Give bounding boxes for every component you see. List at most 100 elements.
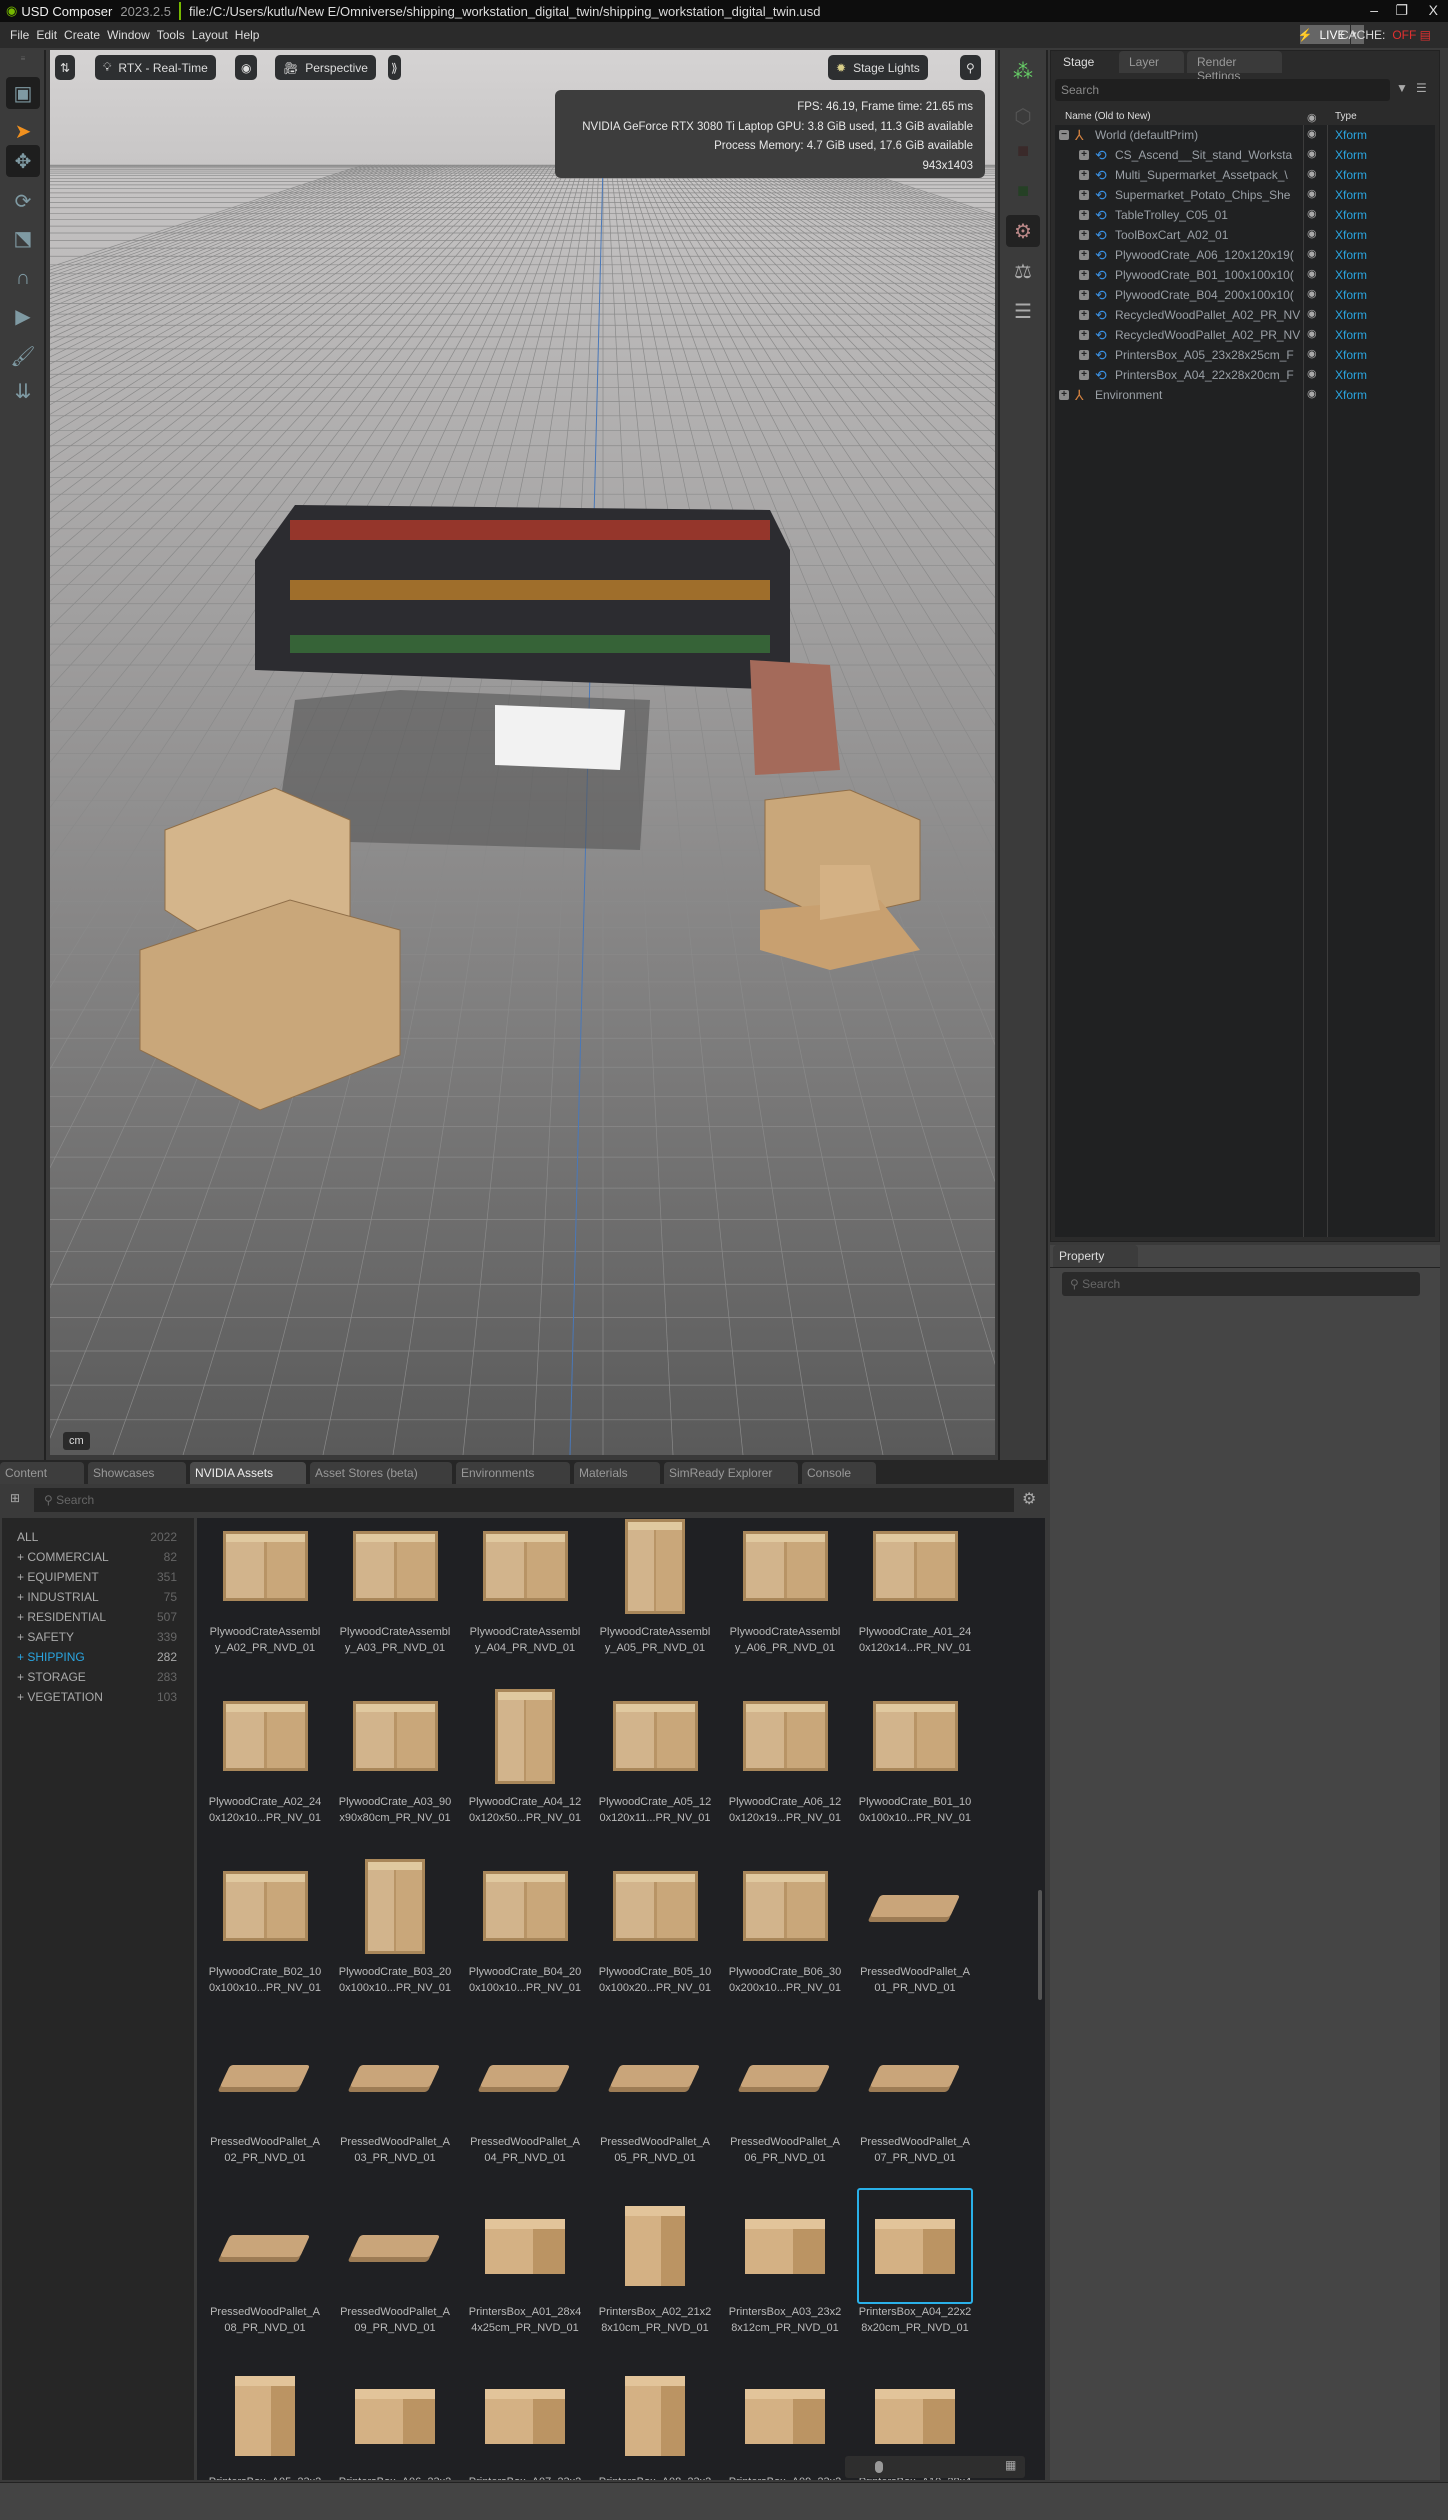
expand-icon[interactable]: + xyxy=(1079,230,1089,240)
expand-icon[interactable]: + xyxy=(1079,370,1089,380)
select-mode-icon[interactable]: ▣ xyxy=(6,77,40,109)
menu-icon[interactable]: ☰ xyxy=(1416,81,1427,95)
menu-create[interactable]: Create xyxy=(64,28,100,42)
delete-prim-icon[interactable]: ⬡ xyxy=(1006,100,1040,132)
scale-icon[interactable]: ⬔ xyxy=(6,222,40,254)
expand-icon[interactable]: + xyxy=(1059,390,1069,400)
eye-icon[interactable]: ◉ xyxy=(1307,327,1317,340)
asset-tile[interactable]: PlywoodCrate_B04_20 0x100x10...PR_NV_01 xyxy=(460,1844,590,2014)
tab-render-settings[interactable]: Render Settings xyxy=(1187,51,1282,83)
category-item[interactable]: + EQUIPMENT 351 xyxy=(17,1570,177,1584)
asset-tile[interactable]: PlywoodCrateAssembl y_A06_PR_NVD_01 xyxy=(720,1518,850,1674)
property-search-input[interactable]: ⚲ Search xyxy=(1062,1272,1420,1296)
stage-search-input[interactable]: Search xyxy=(1055,79,1390,101)
eye-icon[interactable]: ◉ xyxy=(1307,367,1317,380)
stage-tree-row[interactable]: + ⟲ PlywoodCrate_A06_120x120x19( ◉ Xform xyxy=(1055,245,1435,265)
asset-tile[interactable]: PressedWoodPallet_A 09_PR_NVD_01 xyxy=(330,2184,460,2354)
rotate-icon[interactable]: ⟳ xyxy=(6,185,40,217)
category-item[interactable]: + RESIDENTIAL 507 xyxy=(17,1610,177,1624)
grid-view-icon[interactable]: ▦ xyxy=(1005,2458,1016,2472)
asset-tile[interactable]: PlywoodCrateAssembl y_A05_PR_NVD_01 xyxy=(590,1518,720,1674)
eye-icon[interactable]: ◉ xyxy=(1307,187,1317,200)
cube-icon[interactable]: ■ xyxy=(1006,135,1040,167)
scrollbar[interactable] xyxy=(1038,1890,1042,2000)
tree-view-icon[interactable]: ⊞ xyxy=(10,1491,20,1505)
tab-simready-explorer[interactable]: SimReady Explorer xyxy=(664,1462,798,1484)
close-button[interactable]: X xyxy=(1429,2,1438,18)
asset-tile[interactable]: PrintersBox_A03_23x2 8x12cm_PR_NVD_01 xyxy=(720,2184,850,2354)
asset-tile[interactable]: PlywoodCrate_B05_10 0x100x20...PR_NV_01 xyxy=(590,1844,720,2014)
stage-tree-row[interactable]: + ⟲ ToolBoxCart_A02_01 ◉ Xform xyxy=(1055,225,1435,245)
expand-icon[interactable]: + xyxy=(1079,150,1089,160)
stage-tree-row[interactable]: + ⅄ Environment ◉ Xform xyxy=(1055,385,1435,405)
asset-tile[interactable]: PrintersBox_A08_23x2 xyxy=(590,2354,720,2480)
tab-content[interactable]: Content xyxy=(0,1462,84,1484)
expand-icon[interactable]: + xyxy=(1079,190,1089,200)
asset-tile[interactable]: PlywoodCrateAssembl y_A03_PR_NVD_01 xyxy=(330,1518,460,1674)
expand-icon[interactable]: + xyxy=(1079,310,1089,320)
menu-help[interactable]: Help xyxy=(235,28,260,42)
expand-icon[interactable]: + xyxy=(1079,250,1089,260)
expand-icon[interactable]: + xyxy=(1079,210,1089,220)
stage-tree-row[interactable]: − ⅄ World (defaultPrim) ◉ Xform xyxy=(1055,125,1435,145)
expand-icon[interactable]: + xyxy=(1079,170,1089,180)
asset-tile[interactable]: PrintersBox_A06_23x2 xyxy=(330,2354,460,2480)
asset-tile[interactable]: PlywoodCrate_A05_12 0x120x11...PR_NV_01 xyxy=(590,1674,720,1844)
stage-tree-row[interactable]: + ⟲ PrintersBox_A05_23x28x25cm_F ◉ Xform xyxy=(1055,345,1435,365)
stage-tree-row[interactable]: + ⟲ PlywoodCrate_B01_100x100x10( ◉ Xform xyxy=(1055,265,1435,285)
stage-tree-row[interactable]: + ⟲ RecycledWoodPallet_A02_PR_NV ◉ Xform xyxy=(1055,305,1435,325)
scene-3d[interactable] xyxy=(50,50,995,1455)
column-name[interactable]: Name (Old to New) xyxy=(1065,111,1151,122)
stage-tree-row[interactable]: + ⟲ PrintersBox_A04_22x28x20cm_F ◉ Xform xyxy=(1055,365,1435,385)
eye-icon[interactable]: ◉ xyxy=(1307,287,1317,300)
expand-icon[interactable]: + xyxy=(1079,290,1089,300)
expand-icon[interactable]: + xyxy=(1079,330,1089,340)
asset-tile[interactable]: PlywoodCrateAssembl y_A02_PR_NVD_01 xyxy=(200,1518,330,1674)
asset-tile[interactable]: PressedWoodPallet_A 03_PR_NVD_01 xyxy=(330,2014,460,2184)
collapse-icon[interactable]: − xyxy=(1059,130,1069,140)
select-arrow-icon[interactable]: ➤ xyxy=(6,115,40,147)
eye-icon[interactable]: ◉ xyxy=(1307,247,1317,260)
stage-lights-button[interactable]: ✹ Stage Lights xyxy=(828,55,928,80)
eye-icon[interactable]: ◉ xyxy=(1307,207,1317,220)
asset-tile[interactable]: PressedWoodPallet_A 06_PR_NVD_01 xyxy=(720,2014,850,2184)
category-item[interactable]: + VEGETATION 103 xyxy=(17,1690,177,1704)
menu-edit[interactable]: Edit xyxy=(36,28,57,42)
weight-icon[interactable]: ⚖ xyxy=(1006,255,1040,287)
stage-tree-row[interactable]: + ⟲ RecycledWoodPallet_A02_PR_NV ◉ Xform xyxy=(1055,325,1435,345)
tab-asset-stores-beta[interactable]: Asset Stores (beta) xyxy=(310,1462,452,1484)
asset-tile[interactable]: PlywoodCrate_A06_12 0x120x19...PR_NV_01 xyxy=(720,1674,850,1844)
tab-stage[interactable]: Stage xyxy=(1053,51,1115,73)
expand-icon[interactable]: + xyxy=(1079,350,1089,360)
asset-tile[interactable]: PlywoodCrate_A02_24 0x120x10...PR_NV_01 xyxy=(200,1674,330,1844)
cache-status[interactable]: CACHE: OFF ▤ xyxy=(1340,28,1438,42)
viewport-settings-button[interactable]: ⇅ xyxy=(55,55,76,80)
asset-tile[interactable]: PressedWoodPallet_A 01_PR_NVD_01 xyxy=(850,1844,980,2014)
tab-layer[interactable]: Layer xyxy=(1119,51,1184,73)
category-item[interactable]: + STORAGE 283 xyxy=(17,1670,177,1684)
select-group-icon[interactable]: ⁂ xyxy=(1006,55,1040,87)
asset-tile[interactable]: PressedWoodPallet_A 02_PR_NVD_01 xyxy=(200,2014,330,2184)
visibility-button[interactable]: ◉ xyxy=(235,55,258,80)
asset-tile[interactable]: PlywoodCrate_A03_90 x90x80cm_PR_NV_01 xyxy=(330,1674,460,1844)
play-icon[interactable]: ▶ xyxy=(6,300,40,332)
minimize-button[interactable]: – xyxy=(1370,2,1378,18)
tab-nvidia-assets[interactable]: NVIDIA Assets xyxy=(190,1462,306,1484)
move-icon[interactable]: ✥ xyxy=(6,145,40,177)
stage-tree-row[interactable]: + ⟲ CS_Ascend__Sit_stand_Worksta ◉ Xform xyxy=(1055,145,1435,165)
eye-icon[interactable]: ◉ xyxy=(1307,267,1317,280)
gear-icon[interactable]: ⚙ xyxy=(1006,215,1040,247)
asset-tile[interactable]: PlywoodCrate_B06_30 0x200x10...PR_NV_01 xyxy=(720,1844,850,2014)
thumbnail-size-slider[interactable]: ▦ xyxy=(845,2456,1025,2478)
snap-magnet-icon[interactable]: ∩ xyxy=(6,262,40,294)
stage-tree-row[interactable]: + ⟲ PlywoodCrate_B04_200x100x10( ◉ Xform xyxy=(1055,285,1435,305)
asset-tile[interactable]: PlywoodCrate_B01_10 0x100x10...PR_NV_01 xyxy=(850,1674,980,1844)
render-mode-button[interactable]: 💡︎ RTX - Real-Time xyxy=(95,55,216,80)
expand-icon[interactable]: + xyxy=(1079,270,1089,280)
paint-brush-icon[interactable]: 🖌 xyxy=(6,340,40,372)
asset-tile[interactable]: PlywoodCrate_B02_10 0x100x10...PR_NV_01 xyxy=(200,1844,330,2014)
tab-property[interactable]: Property xyxy=(1053,1245,1138,1267)
drop-to-ground-icon[interactable]: ⇊ xyxy=(6,375,40,407)
eye-icon[interactable]: ◉ xyxy=(1307,167,1317,180)
asset-tile[interactable]: PrintersBox_A01_28x4 4x25cm_PR_NVD_01 xyxy=(460,2184,590,2354)
